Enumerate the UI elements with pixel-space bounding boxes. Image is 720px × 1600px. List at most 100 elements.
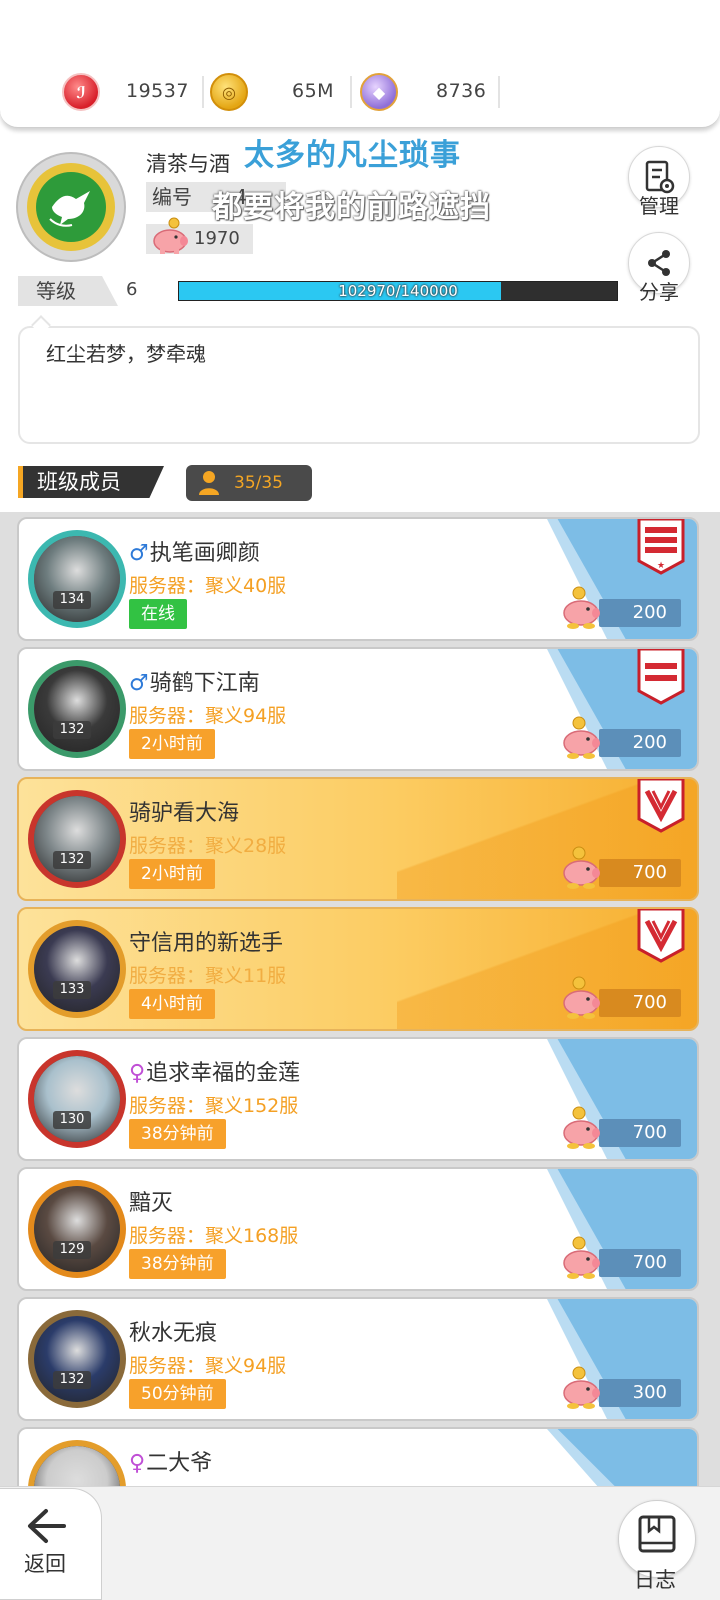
member-card[interactable]: 132 ♂骑鹤下江南 服务器：聚义94服 2小时前 200 [17, 647, 699, 771]
member-status: 38分钟前 [129, 1119, 226, 1149]
member-name: ♀二大爷 [129, 1445, 212, 1477]
member-avatar[interactable] [25, 787, 129, 891]
member-avatar[interactable] [25, 917, 129, 1021]
member-avatar-image [34, 796, 120, 882]
member-avatar-image [34, 1186, 120, 1272]
member-card[interactable]: 133 守信用的新选手 服务器：聚义11服 4小时前 700 [17, 907, 699, 1031]
member-coins: 700 [599, 1249, 681, 1277]
member-avatar-image [34, 1056, 120, 1142]
currency-gold[interactable]: ◎ [210, 72, 248, 112]
member-level: 132 [53, 1371, 91, 1389]
member-level: 130 [53, 1111, 91, 1129]
diamond-value: 8736 [436, 80, 487, 102]
members-section-title: 班级成员 [18, 466, 164, 498]
log-label: 日志 [634, 1568, 676, 1592]
member-coins: 700 [599, 859, 681, 887]
member-level: 133 [53, 981, 91, 999]
member-count-value: 35/35 [234, 473, 283, 493]
member-status: 38分钟前 [129, 1249, 226, 1279]
level-value: 6 [126, 279, 138, 300]
member-avatar-image [34, 1316, 120, 1402]
member-coins: 200 [599, 599, 681, 627]
ruby-value: 19537 [126, 80, 189, 102]
female-icon: ♀ [129, 1061, 146, 1086]
piggy-bank-icon [559, 1235, 605, 1281]
piggy-bank-icon [559, 585, 605, 631]
back-label: 返回 [24, 1552, 66, 1576]
divider [350, 76, 352, 108]
dove-icon [36, 172, 106, 242]
member-status: 50分钟前 [129, 1379, 226, 1409]
divider [202, 76, 204, 108]
profile-avatar[interactable] [16, 152, 126, 262]
member-avatar[interactable] [25, 1047, 129, 1151]
ruby-token-icon: ℐ [62, 73, 100, 111]
member-count-badge: 35/35 [186, 465, 312, 501]
member-level: 134 [53, 591, 91, 609]
male-icon: ♂ [129, 541, 149, 566]
member-coins: 700 [599, 989, 681, 1017]
member-server: 服务器：聚义94服 [129, 1355, 287, 1377]
female-icon: ♀ [129, 1451, 146, 1476]
member-name-text: 骑鹤下江南 [149, 671, 260, 696]
rank-badge-icon [637, 909, 685, 965]
member-name-text: 二大爷 [146, 1451, 213, 1476]
member-name: 黯灭 [129, 1185, 173, 1217]
member-coins: 300 [599, 1379, 681, 1407]
back-button[interactable] [0, 1488, 102, 1600]
share-label: 分享 [639, 280, 679, 304]
level-label: 等级 [18, 276, 118, 306]
piggy-bank-icon [559, 1105, 605, 1151]
member-coins: 200 [599, 729, 681, 757]
member-server: 服务器：聚义28服 [129, 835, 287, 857]
member-server: 服务器：聚义168服 [129, 1225, 299, 1247]
currency-diamond[interactable]: ◆ [360, 72, 398, 112]
member-server: 服务器：聚义40服 [129, 575, 287, 597]
lyric-line-2: 都要将我的前路遮挡 [212, 190, 491, 225]
member-level: 129 [53, 1241, 91, 1259]
member-avatar-image [34, 926, 120, 1012]
rank-badge-icon [637, 649, 685, 705]
arrow-left-icon [28, 1509, 66, 1543]
person-icon [199, 471, 219, 495]
member-name-text: 追求幸福的金莲 [146, 1061, 301, 1086]
member-name: ♀追求幸福的金莲 [129, 1055, 300, 1087]
diamond-ring-icon: ◆ [360, 73, 398, 111]
profile-motto[interactable]: 红尘若梦，梦牵魂 [18, 326, 700, 444]
member-server: 服务器：聚义94服 [129, 705, 287, 727]
lyric-line-1: 太多的凡尘琐事 [244, 138, 461, 173]
member-name-text: 守信用的新选手 [129, 931, 284, 956]
rank-badge-icon: ★ [637, 519, 685, 575]
member-name-text: 骑驴看大海 [129, 801, 240, 826]
piggy-bank-icon [559, 845, 605, 891]
id-label: 编号 [152, 185, 192, 209]
currency-bar: ℐ 19537 ◎ 65M ◆ 8736 [0, 0, 720, 128]
male-icon: ♂ [129, 671, 149, 696]
member-avatar[interactable] [25, 657, 129, 761]
member-avatar[interactable] [25, 1177, 129, 1281]
member-card[interactable]: 129 黯灭服务器：聚义168服 38分钟前 700 [17, 1167, 699, 1291]
piggy-bank-icon [559, 1365, 605, 1411]
gold-value: 65M [292, 80, 335, 102]
member-name-text: 秋水无痕 [129, 1321, 218, 1346]
member-avatar[interactable] [25, 527, 129, 631]
member-server: 服务器：聚义152服 [129, 1095, 299, 1117]
member-card[interactable]: 132 骑驴看大海 服务器：聚义28服 2小时前 700 [17, 777, 699, 901]
piggy-bank-icon [559, 975, 605, 1021]
member-name-text: 黯灭 [129, 1191, 174, 1216]
member-level: 132 [53, 721, 91, 739]
piggy-bank-icon [148, 216, 192, 256]
member-avatar-image [34, 666, 120, 752]
book-icon [638, 1515, 676, 1553]
member-status: 4小时前 [129, 989, 215, 1019]
currency-ruby[interactable]: ℐ [62, 72, 100, 112]
member-avatar[interactable] [25, 1307, 129, 1411]
member-card[interactable]: 130 ♀追求幸福的金莲 服务器：聚义152服 38分钟前 700 [17, 1037, 699, 1161]
member-card[interactable]: 134 ♂执笔画卿颜 服务器：聚义40服 在线 200 ★ [17, 517, 699, 641]
xp-progress-bar: 102970/140000 [178, 281, 618, 301]
member-name: ♂骑鹤下江南 [129, 665, 260, 697]
member-name: 守信用的新选手 [129, 925, 283, 957]
divider [498, 76, 500, 108]
member-card[interactable]: 132 秋水无痕服务器：聚义94服 50分钟前 300 [17, 1297, 699, 1421]
bottom-bar [0, 1486, 720, 1600]
